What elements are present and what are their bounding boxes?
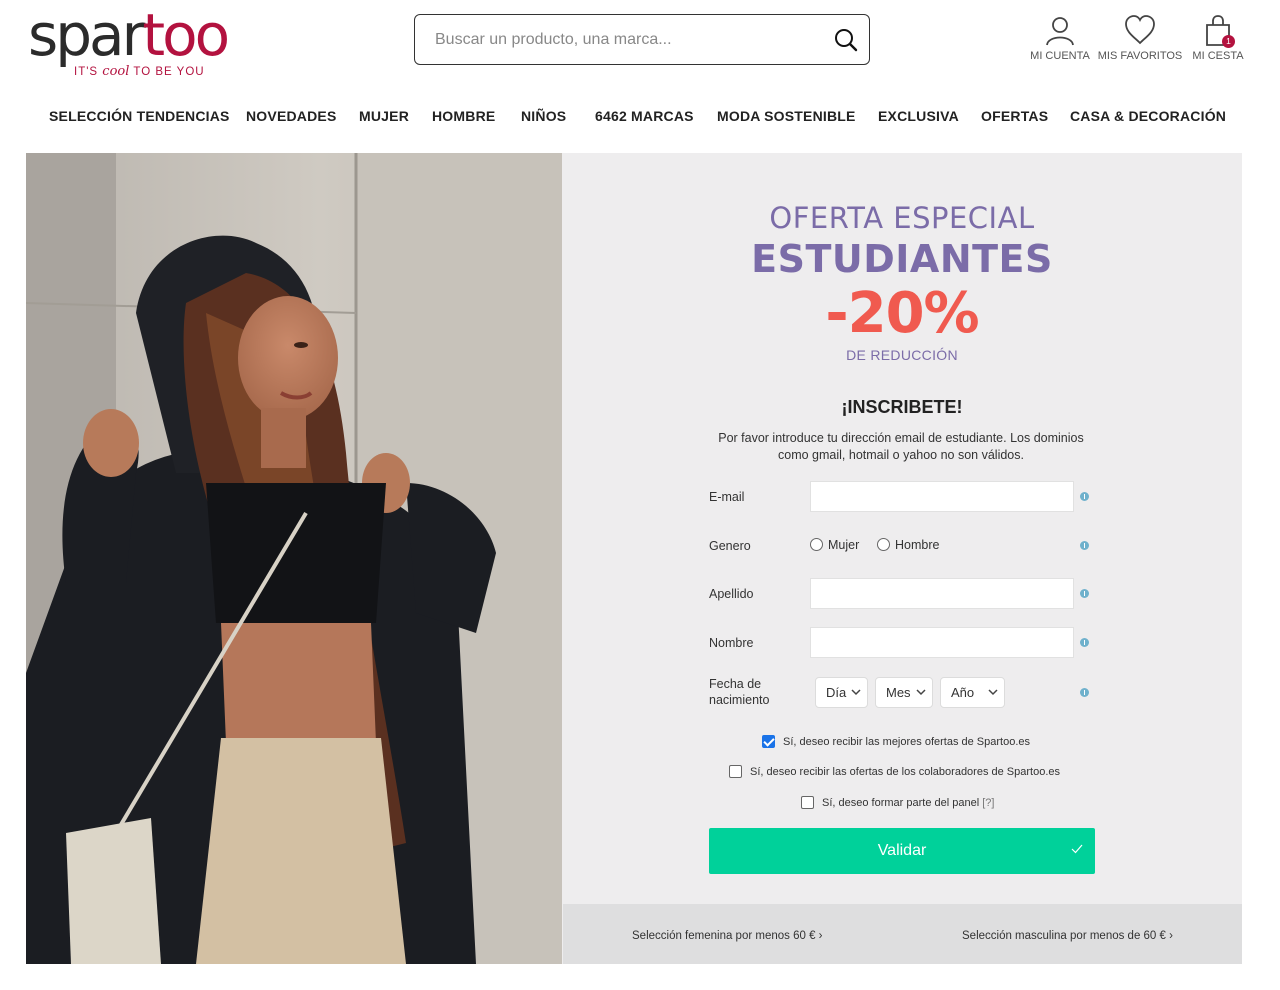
my-account-label: MI CUENTA xyxy=(1030,50,1090,62)
lastname-label: Apellido xyxy=(709,587,754,601)
birth-day-select[interactable]: Día xyxy=(815,677,868,708)
birth-month-value: Mes xyxy=(886,685,911,700)
nav-item-mujer[interactable]: MUJER xyxy=(359,108,409,124)
lastname-info-icon[interactable] xyxy=(1080,589,1089,598)
offer-audience: ESTUDIANTES xyxy=(751,237,1053,281)
radio-circle[interactable] xyxy=(877,538,890,551)
search-input[interactable] xyxy=(435,23,825,57)
heart-icon xyxy=(1125,15,1155,45)
nav-item-ofertas[interactable]: OFERTAS xyxy=(981,108,1048,124)
birthdate-label-line-2: nacimiento xyxy=(709,693,770,707)
birth-year-value: Año xyxy=(951,685,975,700)
nav-item-casa-decoracion[interactable]: CASA & DECORACIÓN xyxy=(1070,108,1226,124)
offer-discount: -20% xyxy=(825,281,979,346)
women-selection-link[interactable]: Selección femenina por menos 60 € › xyxy=(632,930,823,942)
birth-year-select[interactable]: Año xyxy=(940,677,1005,708)
validate-button[interactable]: Validar xyxy=(709,828,1095,874)
nav-item-hombre[interactable]: HOMBRE xyxy=(432,108,495,124)
validate-button-label: Validar xyxy=(877,842,927,859)
search-box xyxy=(414,14,870,65)
panel-help-link[interactable]: [?] xyxy=(982,797,994,809)
nav-item-moda-sostenible[interactable]: MODA SOSTENIBLE xyxy=(717,108,856,124)
tagline-part-2: cool xyxy=(102,64,130,79)
nav-item-marcas[interactable]: 6462 MARCAS xyxy=(595,108,694,124)
nav-item-exclusiva[interactable]: EXCLUSIVA xyxy=(878,108,959,124)
check-icon xyxy=(1071,844,1083,854)
my-favorites-label: MIS FAVORITOS xyxy=(1097,50,1183,62)
cart-count-badge: 1 xyxy=(1222,35,1235,48)
logo-text-spar: spar xyxy=(28,1,145,69)
student-offer-banner: OFERTA ESPECIAL ESTUDIANTES -20% DE REDU… xyxy=(26,153,1242,964)
gender-option-mujer: Mujer xyxy=(828,538,860,552)
firstname-info-icon[interactable] xyxy=(1080,638,1089,647)
my-account-link[interactable]: MI CUENTA xyxy=(1022,14,1098,62)
tagline-part-3: TO BE YOU xyxy=(133,66,205,78)
birth-month-select[interactable]: Mes xyxy=(875,677,933,708)
chevron-down-icon xyxy=(988,689,998,696)
email-info-icon[interactable] xyxy=(1080,492,1089,501)
firstname-label: Nombre xyxy=(709,636,754,650)
lastname-field[interactable] xyxy=(810,578,1074,609)
model-photo xyxy=(26,153,562,964)
user-icon xyxy=(1046,17,1074,46)
main-nav: SELECCIÓN TENDENCIAS NOVEDADES MUJER HOM… xyxy=(0,108,1280,128)
partners-checkbox[interactable] xyxy=(729,765,742,778)
offer-heading: OFERTA ESPECIAL xyxy=(769,201,1035,235)
newsletter-checkbox[interactable] xyxy=(762,735,775,748)
chevron-down-icon xyxy=(851,689,861,696)
gender-label: Genero xyxy=(709,539,751,553)
tagline-part-1: IT'S xyxy=(74,66,99,78)
nav-item-tendencias[interactable]: SELECCIÓN TENDENCIAS xyxy=(49,108,230,124)
newsletter-checkbox-row[interactable]: Sí, deseo recibir las mejores ofertas de… xyxy=(762,735,1030,748)
chevron-down-icon xyxy=(916,689,926,696)
nav-item-ninos[interactable]: NIÑOS xyxy=(521,108,566,124)
my-favorites-link[interactable]: MIS FAVORITOS xyxy=(1096,14,1184,62)
signup-heading: ¡INSCRIBETE! xyxy=(841,397,963,417)
email-label: E-mail xyxy=(709,490,745,504)
signup-instructions: Por favor introduce tu dirección email d… xyxy=(718,431,1084,462)
partners-checkbox-label: Sí, deseo recibir las ofertas de los col… xyxy=(750,766,1061,778)
birth-day-value: Día xyxy=(826,685,847,700)
offer-discount-caption: DE REDUCCIÓN xyxy=(846,347,958,363)
partners-checkbox-row[interactable]: Sí, deseo recibir las ofertas de los col… xyxy=(729,765,1060,778)
my-cart-link[interactable]: 1 MI CESTA xyxy=(1186,14,1250,62)
birthdate-label-line-1: Fecha de xyxy=(709,677,762,691)
gender-radio-hombre[interactable]: Hombre xyxy=(877,538,939,552)
nav-item-novedades[interactable]: NOVEDADES xyxy=(246,108,336,124)
logo-wordmark: spartoo xyxy=(28,0,230,70)
email-field[interactable] xyxy=(810,481,1074,512)
newsletter-checkbox-label: Sí, deseo recibir las mejores ofertas de… xyxy=(783,736,1031,748)
gender-info-icon[interactable] xyxy=(1080,541,1089,550)
selection-links-bar: Selección femenina por menos 60 € › Sele… xyxy=(563,904,1242,964)
firstname-field[interactable] xyxy=(810,627,1074,658)
panel-checkbox[interactable] xyxy=(801,796,814,809)
panel-checkbox-label: Sí, deseo formar parte del panel xyxy=(822,797,980,809)
men-selection-link[interactable]: Selección masculina por menos de 60 € › xyxy=(962,930,1173,942)
logo-text-too: too xyxy=(142,1,230,69)
gender-radio-mujer[interactable]: Mujer xyxy=(810,538,859,552)
birthdate-info-icon[interactable] xyxy=(1080,688,1089,697)
panel-checkbox-row[interactable]: Sí, deseo formar parte del panel [?] xyxy=(801,796,994,809)
birthdate-label: Fecha de nacimiento xyxy=(709,676,769,708)
radio-circle[interactable] xyxy=(810,538,823,551)
spartoo-logo[interactable]: spartoo IT'S cool TO BE YOU xyxy=(28,1,268,84)
search-icon[interactable] xyxy=(833,27,859,53)
gender-option-hombre: Hombre xyxy=(895,538,940,552)
logo-tagline: IT'S cool TO BE YOU xyxy=(74,64,205,79)
my-cart-label: MI CESTA xyxy=(1192,50,1244,62)
